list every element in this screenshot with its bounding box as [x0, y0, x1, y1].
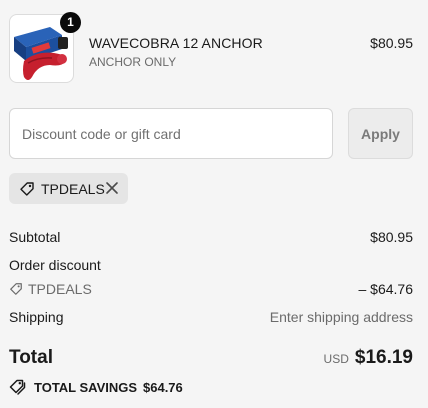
total-label: Total — [9, 347, 53, 368]
total-amount-group: USD $16.19 — [324, 347, 413, 369]
tag-icon — [10, 283, 22, 295]
shipping-value: Enter shipping address — [269, 309, 413, 325]
tags-icon — [9, 379, 26, 395]
product-variant: ANCHOR ONLY — [89, 55, 177, 69]
discount-code-input[interactable] — [9, 108, 333, 159]
subtotal-label: Subtotal — [9, 229, 61, 245]
savings-label: TOTAL SAVINGS — [34, 380, 138, 395]
shipping-label: Shipping — [9, 309, 64, 325]
applied-code-label: TPDEALS — [41, 181, 105, 197]
product-name: WAVECOBRA 12 ANCHOR — [89, 35, 263, 51]
product-price: $80.95 — [370, 35, 413, 51]
quantity-badge: 1 — [60, 12, 81, 33]
apply-discount-button[interactable]: Apply — [348, 108, 413, 159]
subtotal-value: $80.95 — [370, 229, 413, 245]
discount-amount: – $64.76 — [358, 281, 414, 297]
total-currency: USD — [323, 352, 349, 366]
cart-item: 1 WAVECOBRA 12 ANCHOR ANCHOR ONLY $80.95 — [9, 12, 413, 84]
applied-discount-chip: TPDEALS — [9, 173, 128, 204]
product-thumbnail: 1 — [9, 12, 81, 83]
tag-icon — [20, 182, 34, 196]
discount-code-label: TPDEALS — [28, 281, 92, 297]
order-discount-label: Order discount — [9, 257, 101, 273]
savings-amount: $64.76 — [143, 380, 183, 395]
total-amount: $16.19 — [354, 347, 413, 368]
close-icon[interactable] — [104, 180, 120, 196]
